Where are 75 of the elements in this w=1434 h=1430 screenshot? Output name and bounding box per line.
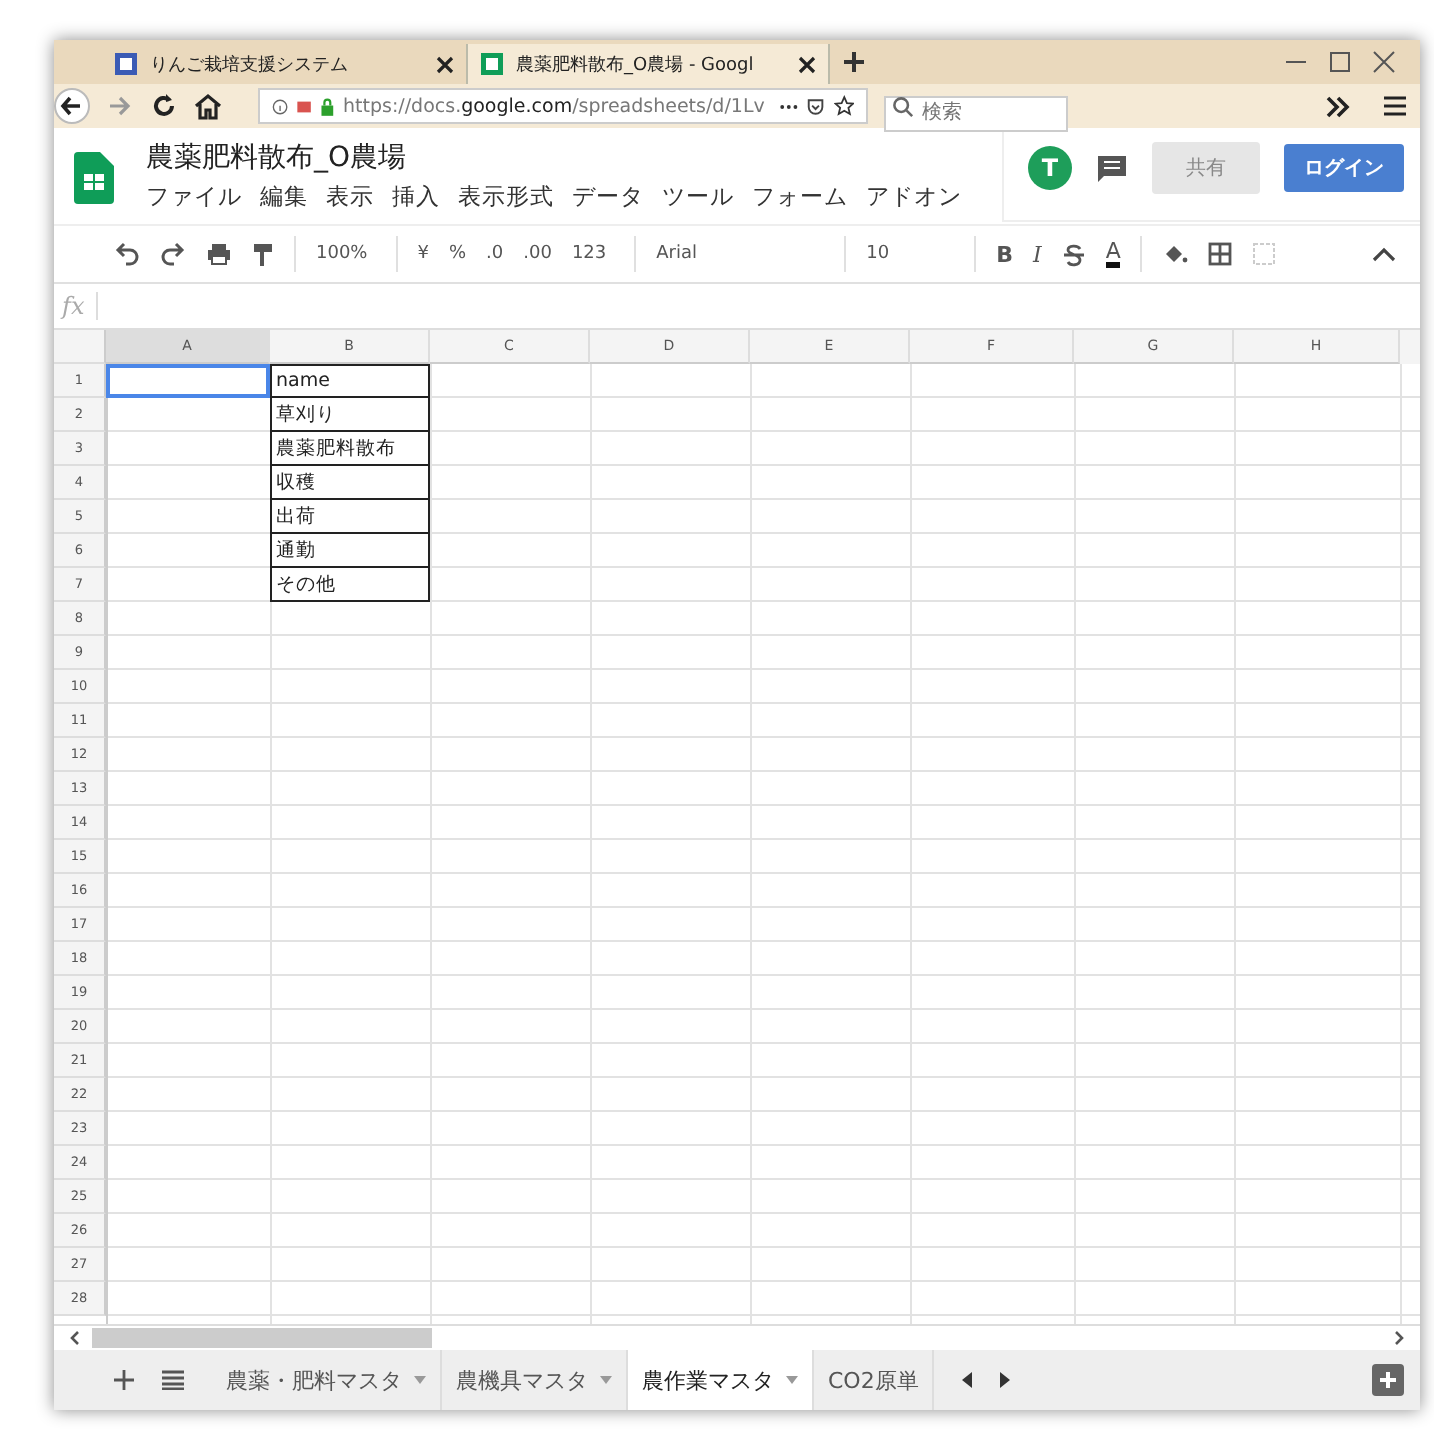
address-bar[interactable]: https://docs.google.com/spreadsheets/d/1Lv <box>258 88 868 124</box>
zoom-dropdown[interactable]: 100% <box>316 244 376 264</box>
search-icon <box>892 95 914 117</box>
scroll-right-icon[interactable] <box>1394 1330 1404 1346</box>
menu-item[interactable]: ツール <box>662 182 734 212</box>
undo-icon[interactable] <box>114 242 140 266</box>
document-title[interactable]: 農薬肥料散布_O農場 <box>146 140 962 176</box>
menu-icon[interactable] <box>1382 94 1408 118</box>
app-icon <box>480 52 504 76</box>
scroll-left-icon[interactable] <box>70 1330 80 1346</box>
selected-cell[interactable] <box>106 364 270 398</box>
back-icon[interactable] <box>54 88 90 124</box>
menu-item[interactable]: フォーム <box>752 182 848 212</box>
sheet-tab[interactable]: 農作業マスタ <box>628 1350 814 1410</box>
font-dropdown[interactable]: Arial <box>656 244 825 264</box>
table-cell: その他 <box>270 568 430 602</box>
bold-button[interactable]: B <box>996 241 1014 267</box>
search-field[interactable]: 検索 <box>884 95 1068 131</box>
fill-color-icon[interactable] <box>1162 242 1189 266</box>
table-cell: 出荷 <box>270 500 430 534</box>
home-icon[interactable] <box>194 92 222 120</box>
menu-item[interactable]: データ <box>572 182 644 212</box>
app-icon <box>114 52 138 76</box>
menu-item[interactable]: 表示 <box>326 182 374 212</box>
caret-icon <box>414 1376 426 1384</box>
strikethrough-icon[interactable] <box>1061 241 1086 267</box>
plus-icon[interactable] <box>842 50 866 74</box>
menu-item[interactable]: アドオン <box>866 182 962 212</box>
login-button[interactable]: ログイン <box>1284 144 1404 192</box>
sheet-list-icon[interactable] <box>162 1370 184 1390</box>
caret-icon <box>600 1376 612 1384</box>
maximize-icon[interactable] <box>1328 50 1352 74</box>
italic-button[interactable]: I <box>1033 241 1042 267</box>
table-cell: name <box>270 364 430 398</box>
text-color-button[interactable]: A <box>1105 240 1121 268</box>
scrollbar-thumb[interactable] <box>92 1328 432 1348</box>
print-icon[interactable] <box>206 242 232 266</box>
increase-decimals-button[interactable]: .00 <box>523 244 552 264</box>
star-icon[interactable] <box>833 92 855 120</box>
table-cell: 収穫 <box>270 466 430 500</box>
browser-tab[interactable]: りんご栽培支援システム <box>102 44 466 84</box>
caret-icon <box>786 1376 798 1384</box>
redo-icon[interactable] <box>160 242 186 266</box>
table-cell: 通勤 <box>270 534 430 568</box>
menu-item[interactable]: 表示形式 <box>458 182 554 212</box>
lock-icon <box>320 95 335 117</box>
sheet-tab[interactable]: 農薬・肥料マスタ <box>212 1350 442 1410</box>
close-icon[interactable] <box>798 55 816 73</box>
sheet-tab[interactable]: CO2原単 <box>814 1350 935 1410</box>
menu-item[interactable]: 挿入 <box>392 182 440 212</box>
browser-tab[interactable]: 農薬肥料散布_O農場 - Googl <box>466 44 830 84</box>
merge-cells-icon[interactable] <box>1252 242 1277 266</box>
add-sheet-icon[interactable] <box>114 1370 134 1390</box>
table-cell: 草刈り <box>270 398 430 432</box>
paint-format-icon[interactable] <box>252 241 274 267</box>
collapse-icon[interactable] <box>1372 246 1396 262</box>
number-format-dropdown[interactable]: 123 <box>571 244 615 264</box>
close-icon[interactable] <box>436 55 454 73</box>
menu-item[interactable]: ファイル <box>146 182 242 212</box>
more-icon[interactable] <box>780 103 799 109</box>
font-size-dropdown[interactable]: 10 <box>866 244 955 264</box>
info-icon <box>272 95 289 117</box>
currency-button[interactable]: ¥ <box>417 244 429 264</box>
reload-icon[interactable] <box>150 92 178 120</box>
percent-button[interactable]: % <box>448 244 467 264</box>
borders-icon[interactable] <box>1208 242 1233 266</box>
formula-label: fx <box>62 292 99 320</box>
comment-icon[interactable] <box>1096 153 1128 183</box>
decrease-decimals-button[interactable]: .0 <box>486 244 504 264</box>
sheets-logo-icon <box>74 152 114 204</box>
table-cell: 農薬肥料散布 <box>270 432 430 466</box>
overflow-icon[interactable] <box>1326 95 1350 117</box>
scroll-tabs-right-icon[interactable] <box>1000 1372 1011 1388</box>
scroll-tabs-left-icon[interactable] <box>962 1372 973 1388</box>
menu-item[interactable]: 編集 <box>260 182 308 212</box>
